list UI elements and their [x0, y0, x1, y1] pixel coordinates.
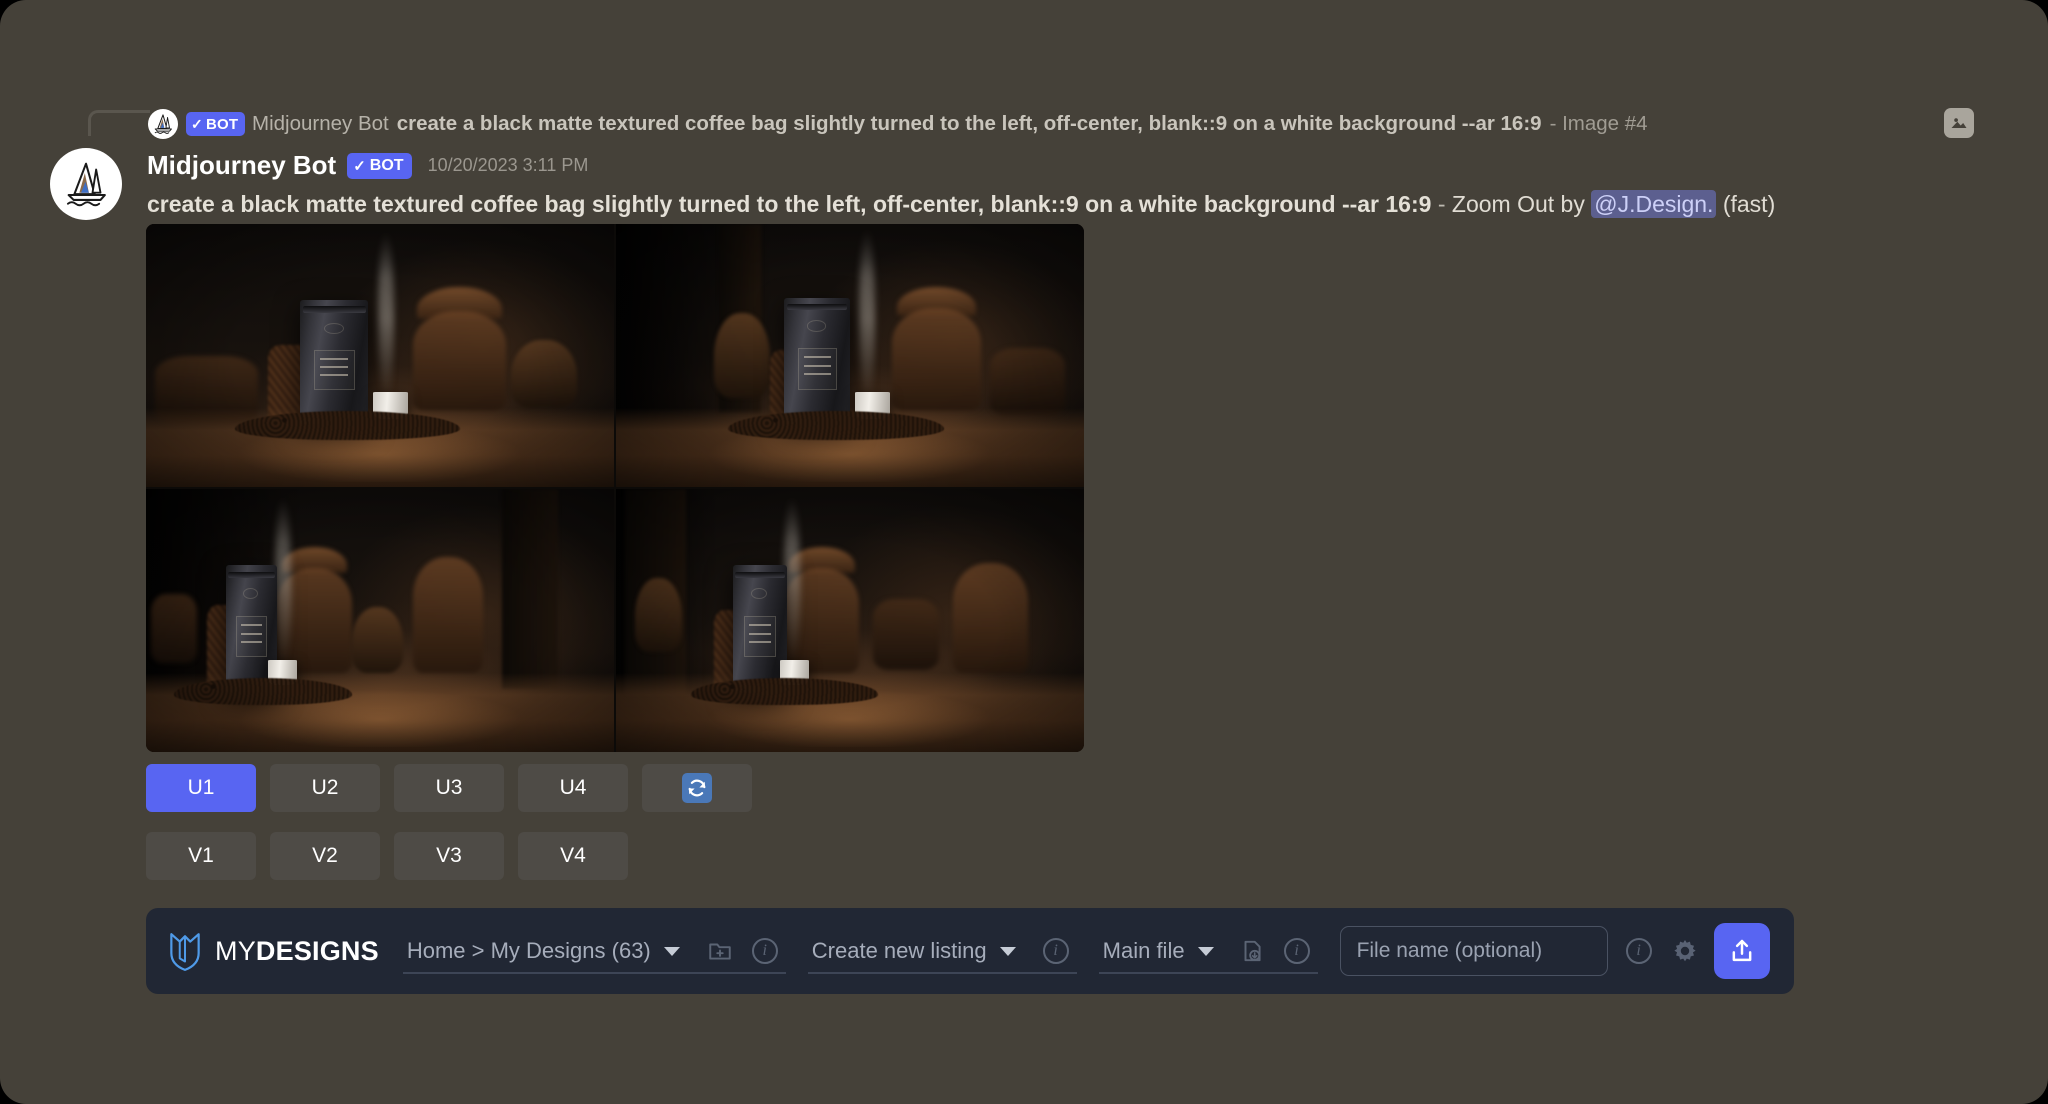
- discord-message-screen: ✓ BOT Midjourney Bot create a black matt…: [0, 0, 2048, 1104]
- folder-select[interactable]: Home > My Designs (63) i: [402, 920, 786, 982]
- message-content: create a black matte textured coffee bag…: [147, 188, 1997, 220]
- brand-prefix: MY: [215, 935, 256, 966]
- mydesigns-wordmark: MYDESIGNS: [215, 936, 379, 967]
- reply-prompt: create a black matte textured coffee bag…: [396, 112, 1542, 135]
- reply-bot-badge-label: BOT: [205, 115, 239, 133]
- reply-suffix: - Image #4: [1549, 112, 1648, 135]
- variation-button-v3[interactable]: V3: [394, 832, 504, 880]
- image-icon[interactable]: [1944, 108, 1974, 138]
- folder-plus-icon: [709, 943, 731, 960]
- info-icon: i: [1283, 938, 1310, 964]
- file-plus-icon: [1244, 940, 1261, 962]
- variation-button-v1[interactable]: V1: [146, 832, 256, 880]
- new-folder-button[interactable]: [703, 934, 737, 968]
- grid-cell-2[interactable]: [616, 224, 1084, 487]
- message-timestamp: 10/20/2023 3:11 PM: [427, 155, 589, 175]
- verified-check-icon: ✓: [353, 157, 366, 175]
- midjourney-sailboat-icon: [154, 114, 172, 134]
- listing-select-value: Create new listing: [811, 938, 987, 963]
- message-prompt: create a black matte textured coffee bag…: [147, 191, 1432, 217]
- info-icon: i: [1625, 938, 1652, 964]
- bot-badge: ✓ BOT: [347, 152, 412, 179]
- chevron-down-icon[interactable]: [663, 946, 680, 956]
- image-glyph-icon: [1951, 118, 1967, 128]
- file-name-info-button[interactable]: i: [1622, 934, 1656, 968]
- mydesigns-brand[interactable]: MYDESIGNS: [168, 930, 379, 972]
- message-author[interactable]: Midjourney Bot: [147, 150, 336, 181]
- message-mode: (fast): [1722, 191, 1776, 217]
- info-icon: i: [1042, 938, 1069, 964]
- upscale-button-u4[interactable]: U4: [518, 764, 628, 812]
- file-select-value: Main file: [1102, 938, 1185, 963]
- message-separator: -: [1437, 191, 1446, 217]
- reply-spine: [88, 110, 150, 136]
- grid-cell-1[interactable]: [146, 224, 614, 487]
- reroll-button[interactable]: [642, 764, 752, 812]
- variation-button-v2[interactable]: V2: [270, 832, 380, 880]
- message-action: Zoom Out by: [1451, 191, 1585, 217]
- gear-icon: [1673, 940, 1696, 962]
- listing-select[interactable]: Create new listing i: [807, 920, 1077, 982]
- info-icon: i: [751, 938, 778, 964]
- reply-bot-badge: ✓ BOT: [186, 112, 246, 136]
- variation-button-v4[interactable]: V4: [518, 832, 628, 880]
- brand-suffix: DESIGNS: [255, 935, 379, 966]
- user-mention[interactable]: @J.Design.: [1591, 190, 1717, 218]
- image-grid-inner: [146, 224, 1084, 752]
- upscale-button-u2[interactable]: U2: [270, 764, 380, 812]
- midjourney-sailboat-icon: [66, 162, 106, 207]
- mydesigns-toolbar: MYDESIGNS Home > My Designs (63) i Creat…: [146, 908, 1794, 994]
- avatar[interactable]: [50, 148, 122, 220]
- folder-info-button[interactable]: i: [748, 934, 782, 968]
- upscale-button-u3[interactable]: U3: [394, 764, 504, 812]
- folder-select-value: Home > My Designs (63): [406, 938, 651, 963]
- reply-avatar: [148, 109, 178, 139]
- message-header: Midjourney Bot ✓ BOT 10/20/2023 3:11 PM: [147, 150, 588, 181]
- add-file-button[interactable]: [1235, 934, 1269, 968]
- upscale-button-row: U1 U2 U3 U4: [146, 764, 752, 812]
- bot-badge-label: BOT: [369, 156, 404, 174]
- variation-button-row: V1 V2 V3 V4: [146, 832, 628, 880]
- grid-cell-4[interactable]: [616, 489, 1084, 752]
- grid-cell-3[interactable]: [146, 489, 614, 752]
- chevron-down-icon[interactable]: [999, 946, 1016, 956]
- file-name-input[interactable]: [1339, 926, 1608, 976]
- reply-preview-text[interactable]: Midjourney Bot create a black matte text…: [252, 110, 1648, 138]
- chevron-down-icon[interactable]: [1197, 946, 1214, 956]
- refresh-icon: [682, 773, 712, 803]
- reply-username: Midjourney Bot: [252, 112, 389, 135]
- settings-button[interactable]: [1668, 934, 1702, 968]
- listing-info-button[interactable]: i: [1039, 934, 1073, 968]
- upload-icon: [1732, 939, 1751, 962]
- generated-image-grid[interactable]: [146, 224, 1084, 752]
- upload-button[interactable]: [1713, 923, 1770, 979]
- file-select[interactable]: Main file i: [1098, 920, 1318, 982]
- upscale-button-u1[interactable]: U1: [146, 764, 256, 812]
- mydesigns-shield-icon: [170, 933, 200, 972]
- file-info-button[interactable]: i: [1280, 934, 1314, 968]
- verified-check-icon: ✓: [191, 115, 203, 132]
